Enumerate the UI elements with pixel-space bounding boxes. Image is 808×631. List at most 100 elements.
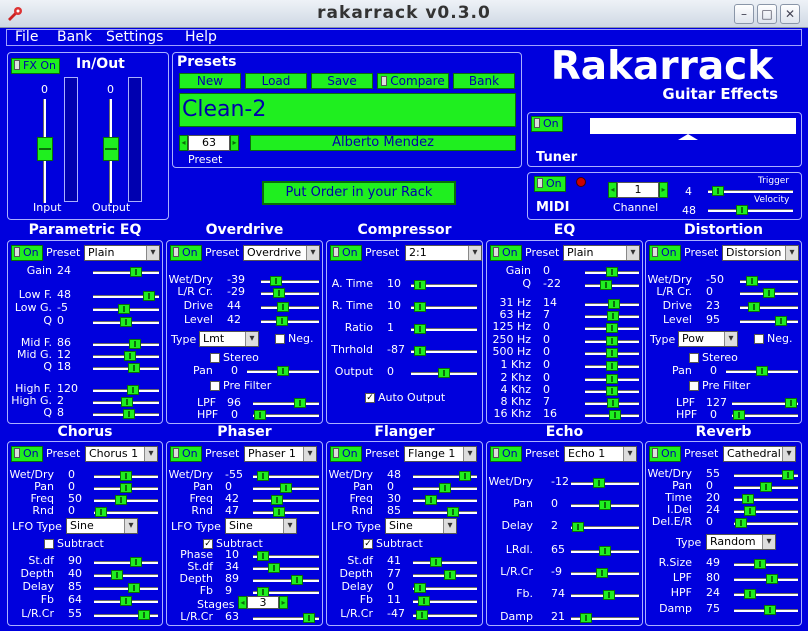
eq-param-slider[interactable]: [585, 398, 639, 408]
echo-param-slider[interactable]: [571, 500, 639, 510]
flanger-param-slider-knob[interactable]: [418, 596, 430, 606]
phaser-on-button[interactable]: On: [170, 446, 202, 462]
distortion-param-slider[interactable]: [740, 316, 798, 326]
distortion-param-slider[interactable]: [740, 276, 798, 286]
compressor-param-slider-knob[interactable]: [438, 368, 450, 378]
reverb-param-slider-knob[interactable]: [760, 482, 772, 492]
distortion-prefilter-checkbox[interactable]: [689, 381, 699, 391]
phaser-param-slider[interactable]: [253, 613, 319, 623]
flanger-subtract-checkbox[interactable]: ✓: [363, 539, 373, 549]
overdrive-hpf-slider-knob[interactable]: [254, 410, 266, 420]
echo-param-slider-knob[interactable]: [580, 613, 592, 623]
distortion-pan-slider-knob[interactable]: [756, 366, 768, 376]
overdrive-neg-checkbox[interactable]: [275, 334, 285, 344]
reverb-param-slider-knob[interactable]: [742, 494, 754, 504]
chorus-param-slider[interactable]: [94, 507, 158, 517]
distortion-hpf-slider-knob[interactable]: [733, 410, 745, 420]
distortion-param-slider-knob[interactable]: [746, 276, 758, 286]
reverb-type-select[interactable]: Random: [706, 534, 776, 550]
overdrive-on-button[interactable]: On: [170, 245, 202, 261]
overdrive-param-slider-knob[interactable]: [276, 316, 288, 326]
overdrive-param-slider-knob[interactable]: [270, 276, 282, 286]
flanger-param-slider-knob[interactable]: [447, 507, 459, 517]
distortion-lpf-slider[interactable]: [732, 398, 798, 408]
compressor-auto-checkbox[interactable]: ✓: [365, 393, 375, 403]
flanger-param-slider-knob[interactable]: [414, 583, 426, 593]
flanger-param-slider-knob[interactable]: [430, 557, 442, 567]
compressor-param-slider[interactable]: [411, 368, 477, 378]
eq-param-slider-knob[interactable]: [600, 280, 612, 290]
eq-param-slider[interactable]: [585, 410, 639, 420]
overdrive-param-slider-knob[interactable]: [273, 288, 285, 298]
reverb-param-slider-knob[interactable]: [744, 506, 756, 516]
parametric-eq-param-slider-knob[interactable]: [127, 385, 139, 395]
phaser-param-slider-knob[interactable]: [268, 563, 280, 573]
phaser-param-slider-knob[interactable]: [257, 551, 269, 561]
reverb-param-slider[interactable]: [734, 518, 798, 528]
flanger-on-button[interactable]: On: [330, 446, 362, 462]
phaser-stages-increment[interactable]: ▸: [279, 596, 288, 609]
eq-preset-select[interactable]: Plain: [563, 245, 640, 261]
eq-param-slider[interactable]: [585, 299, 639, 309]
phaser-param-slider[interactable]: [253, 587, 319, 597]
chorus-lfo-select[interactable]: Sine: [66, 518, 138, 534]
distortion-neg-checkbox[interactable]: [754, 334, 764, 344]
phaser-param-slider-knob[interactable]: [271, 495, 283, 505]
overdrive-param-slider-knob[interactable]: [277, 302, 289, 312]
distortion-stereo-checkbox[interactable]: [689, 353, 699, 363]
chorus-param-slider[interactable]: [94, 495, 158, 505]
flanger-param-slider[interactable]: [413, 507, 477, 517]
compressor-param-slider-knob[interactable]: [414, 302, 426, 312]
parametric-eq-preset-select[interactable]: Plain: [84, 245, 160, 261]
flanger-lfo-select[interactable]: Sine: [385, 518, 457, 534]
echo-param-slider-knob[interactable]: [603, 590, 615, 600]
phaser-param-slider[interactable]: [253, 495, 319, 505]
flanger-param-slider-knob[interactable]: [459, 471, 471, 481]
overdrive-lpf-slider-knob[interactable]: [294, 398, 306, 408]
overdrive-param-slider[interactable]: [261, 288, 319, 298]
eq-param-slider-knob[interactable]: [609, 410, 621, 420]
reverb-param-slider-knob[interactable]: [744, 589, 756, 599]
distortion-on-button[interactable]: On: [649, 245, 681, 261]
parametric-eq-param-slider-knob[interactable]: [129, 339, 141, 349]
overdrive-param-slider[interactable]: [261, 276, 319, 286]
eq-param-slider-knob[interactable]: [607, 311, 619, 321]
eq-param-slider[interactable]: [585, 348, 639, 358]
echo-param-slider[interactable]: [571, 522, 639, 532]
chorus-param-slider[interactable]: [94, 583, 158, 593]
distortion-preset-select[interactable]: Distorsion: [722, 245, 799, 261]
parametric-eq-param-slider-knob[interactable]: [143, 291, 155, 301]
reverb-param-slider[interactable]: [734, 605, 798, 615]
phaser-param-slider[interactable]: [253, 471, 319, 481]
chorus-param-slider[interactable]: [94, 610, 158, 620]
reverb-param-slider[interactable]: [734, 589, 798, 599]
distortion-param-slider-knob[interactable]: [763, 288, 775, 298]
reverb-param-slider[interactable]: [734, 559, 798, 569]
overdrive-lpf-slider[interactable]: [253, 398, 319, 408]
parametric-eq-param-slider[interactable]: [93, 304, 159, 314]
reverb-param-slider-knob[interactable]: [735, 518, 747, 528]
chorus-subtract-checkbox[interactable]: [44, 539, 54, 549]
echo-param-slider[interactable]: [571, 546, 639, 556]
eq-param-slider-knob[interactable]: [607, 398, 619, 408]
reverb-param-slider-knob[interactable]: [782, 470, 794, 480]
eq-param-slider[interactable]: [585, 374, 639, 384]
eq-param-slider-knob[interactable]: [608, 299, 620, 309]
compressor-param-slider-knob[interactable]: [414, 346, 426, 356]
compressor-preset-select[interactable]: 2:1: [405, 245, 482, 261]
eq-param-slider[interactable]: [585, 336, 639, 346]
chorus-param-slider-knob[interactable]: [95, 507, 107, 517]
phaser-param-slider-knob[interactable]: [280, 483, 292, 493]
echo-param-slider-knob[interactable]: [599, 546, 611, 556]
flanger-param-slider[interactable]: [413, 583, 477, 593]
chorus-param-slider[interactable]: [94, 596, 158, 606]
parametric-eq-param-slider[interactable]: [93, 291, 159, 301]
flanger-param-slider[interactable]: [413, 557, 477, 567]
eq-param-slider[interactable]: [585, 311, 639, 321]
eq-on-button[interactable]: On: [490, 245, 522, 261]
flanger-param-slider[interactable]: [413, 610, 477, 620]
reverb-param-slider-knob[interactable]: [754, 559, 766, 569]
compressor-param-slider-knob[interactable]: [414, 280, 426, 290]
echo-param-slider[interactable]: [571, 613, 639, 623]
overdrive-stereo-checkbox[interactable]: [210, 353, 220, 363]
